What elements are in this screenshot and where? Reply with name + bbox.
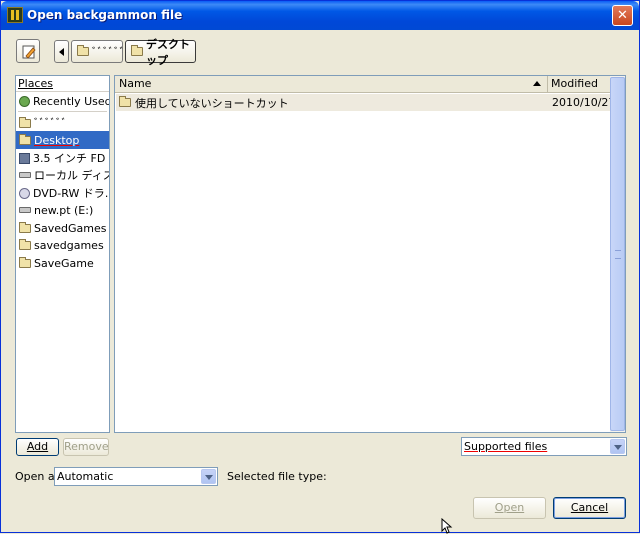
open-file-dialog: Open backgammon file ✕ ﾞﾞﾞﾞﾞﾞ デスクトップ Pla… [0,0,640,534]
place-dvd-drive[interactable]: DVD-RW ドラ… [16,184,109,202]
file-filter-select[interactable]: Supported files [461,437,627,456]
folder-icon [19,133,31,145]
place-label: SavedGames [34,221,107,235]
scrollbar-thumb[interactable] [610,77,625,431]
open-as-value: Automatic [57,470,114,483]
place-label: savedgames [34,238,104,252]
chevron-down-icon[interactable] [201,469,216,484]
column-modified-header[interactable]: Modified [549,76,611,93]
place-label: ローカル ディス… [34,169,109,182]
backgammon-app-icon [7,7,23,23]
chevron-down-icon[interactable] [610,439,625,454]
crumb-label: ﾞﾞﾞﾞﾞﾞ [92,45,125,59]
crumb-label: デスクトップ [146,37,190,67]
place-new-pt[interactable]: new.pt (E:) [16,201,109,219]
table-row[interactable]: 使用していないショートカット 2010/10/27 [116,94,615,111]
path-crumb-desktop[interactable]: デスクトップ [125,38,196,67]
path-crumb-home[interactable]: ﾞﾞﾞﾞﾞﾞ [71,40,125,63]
path-back-button[interactable] [54,40,69,63]
remove-bookmark-button[interactable]: Remove [63,438,109,456]
file-list: Name Modified 使用していないショートカット 2010/10/27 [114,75,626,433]
folder-icon [19,116,31,128]
drive-icon [19,207,31,213]
places-header[interactable]: Places [16,76,109,92]
folder-icon [19,256,31,268]
place-local-disk[interactable]: ローカル ディス… [16,166,109,184]
type-location-button[interactable] [16,39,40,63]
drive-icon [19,172,31,178]
folder-icon [77,45,89,56]
cancel-button[interactable]: Cancel [553,497,626,519]
place-label: Recently Used [33,94,109,108]
places-separator [18,111,107,112]
selected-file-type-label: Selected file type: [227,470,327,483]
title-bar[interactable]: Open backgammon file ✕ [1,1,639,30]
folder-icon [131,45,143,56]
place-savegame[interactable]: SaveGame [16,254,109,272]
place-recently-used[interactable]: Recently Used [16,92,109,110]
close-button[interactable]: ✕ [612,5,633,26]
file-name: 使用していないショートカット [135,96,289,110]
folder-icon [19,238,31,250]
place-desktop[interactable]: Desktop [16,131,109,149]
place-label: SaveGame [34,256,94,270]
folder-icon [19,221,31,233]
place-floppy[interactable]: 3.5 インチ FD … [16,149,109,167]
file-modified: 2010/10/27 [552,96,616,109]
place-label: new.pt (E:) [34,203,94,217]
file-list-header: Name Modified [115,76,625,93]
place-label: ﾞﾞﾞﾞﾞﾞ [34,117,67,130]
place-home[interactable]: ﾞﾞﾞﾞﾞﾞ [16,114,109,132]
place-label: Desktop [34,133,80,147]
dvd-icon [19,187,30,199]
recent-icon [19,95,30,107]
open-as-select[interactable]: Automatic [54,467,218,486]
vertical-scrollbar[interactable] [610,76,625,432]
close-icon: ✕ [617,8,628,23]
place-label: 3.5 インチ FD … [33,152,109,165]
filter-value: Supported files [464,440,548,453]
open-button[interactable]: Open [473,497,546,519]
floppy-icon [19,152,30,164]
add-bookmark-button[interactable]: Add [16,438,59,456]
place-label: DVD-RW ドラ… [33,187,109,200]
column-name-header[interactable]: Name [115,76,548,93]
window-title: Open backgammon file [27,8,183,22]
pencil-icon [22,45,36,59]
place-savedgames-1[interactable]: SavedGames [16,219,109,237]
places-sidebar: Places Recently Used ﾞﾞﾞﾞﾞﾞ Desktop 3.5 … [15,75,110,433]
place-savedgames-2[interactable]: savedgames [16,236,109,254]
folder-icon [119,96,131,107]
sort-ascending-icon [533,81,541,86]
mouse-cursor-icon [441,518,453,534]
